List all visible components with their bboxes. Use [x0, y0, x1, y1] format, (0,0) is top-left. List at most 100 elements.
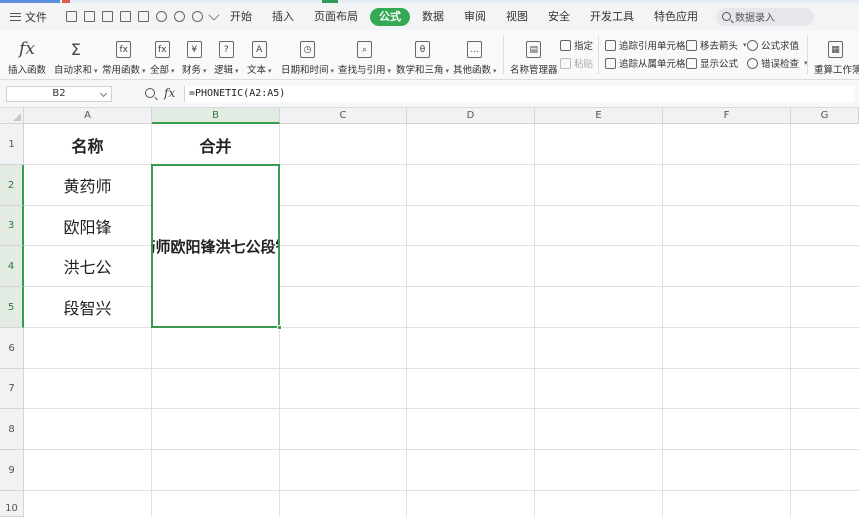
lookup-icon: ⌕: [357, 41, 373, 58]
print-icon[interactable]: [138, 11, 149, 22]
merged-cell-text: 黄药师欧阳锋洪七公段智兴: [153, 237, 278, 256]
tab-view[interactable]: 视图: [498, 8, 536, 26]
evaluate-formula-label: 公式求值: [761, 41, 800, 52]
chevron-down-icon: ▾: [493, 67, 497, 75]
row-header-1[interactable]: 1: [0, 124, 24, 165]
row-header-7[interactable]: 7: [0, 369, 24, 409]
tab-special[interactable]: 特色应用: [646, 8, 706, 26]
row-header-5[interactable]: 5: [0, 287, 24, 328]
row-header-6[interactable]: 6: [0, 328, 24, 369]
specify-label: 指定: [574, 41, 594, 52]
cell-a2[interactable]: 黄药师: [24, 165, 151, 205]
error-check-icon: [747, 57, 758, 69]
name-manager-button[interactable]: ▤ 名称管理器: [510, 32, 558, 76]
insert-function-button[interactable]: fx 插入函数: [8, 32, 46, 76]
cell-a1[interactable]: 名称: [24, 125, 151, 164]
name-box[interactable]: B2: [6, 86, 112, 102]
file-menu-button[interactable]: 文件: [0, 9, 62, 25]
cell-a5[interactable]: 段智兴: [24, 287, 151, 327]
cell-a4[interactable]: 洪七公: [24, 246, 151, 286]
row-header-4[interactable]: 4: [0, 246, 24, 287]
tab-security[interactable]: 安全: [540, 8, 578, 26]
merged-cell-b2-b5[interactable]: 黄药师欧阳锋洪七公段智兴: [151, 164, 280, 328]
trace-precedents-button[interactable]: 追踪引用单元格: [605, 38, 686, 52]
yen-icon: ¥: [186, 41, 202, 58]
specify-button[interactable]: 指定: [560, 38, 593, 52]
chevron-down-icon: ▾: [142, 67, 146, 75]
column-header-b[interactable]: B: [152, 108, 280, 124]
undo-icon[interactable]: [174, 11, 185, 22]
autosum-label: 自动求和: [54, 65, 93, 76]
autosum-button[interactable]: Σ 自动求和 ▾: [54, 32, 98, 77]
datetime-button[interactable]: ◷ 日期和时间 ▾: [281, 32, 334, 76]
chevron-down-icon[interactable]: [208, 8, 220, 21]
print-preview-icon[interactable]: [156, 11, 167, 22]
row-header-2[interactable]: 2: [0, 165, 24, 206]
recalc-workbook-button[interactable]: ▦ 重算工作簿: [814, 32, 859, 76]
trace-dependents-button[interactable]: 追踪从属单元格: [605, 56, 686, 70]
row-header-10[interactable]: 10: [0, 491, 24, 517]
column-header-a[interactable]: A: [24, 108, 152, 124]
search-input[interactable]: 数据录入: [716, 7, 814, 26]
logical-button[interactable]: ? 逻辑 ▾: [214, 32, 239, 76]
redo-icon[interactable]: [192, 11, 203, 22]
gridline: [790, 124, 791, 517]
tab-developer[interactable]: 开发工具: [582, 8, 642, 26]
tab-review[interactable]: 审阅: [456, 8, 494, 26]
tab-insert[interactable]: 插入: [264, 8, 302, 26]
error-check-button[interactable]: 错误检查 ▾: [747, 56, 808, 70]
text-button[interactable]: A 文本 ▾: [247, 32, 272, 76]
common-functions-button[interactable]: fx 常用函数 ▾: [102, 32, 146, 76]
clock-icon: ◷: [300, 41, 316, 58]
more-functions-icon: …: [467, 41, 483, 58]
all-functions-button[interactable]: fx 全部 ▾: [150, 32, 175, 76]
save-icon[interactable]: [102, 11, 113, 22]
format-painter-icon[interactable]: [120, 11, 131, 22]
gridline: [24, 327, 859, 328]
cell-b1[interactable]: 合并: [152, 125, 279, 164]
evaluate-formula-button[interactable]: 公式求值: [747, 38, 799, 52]
fill-handle[interactable]: [277, 325, 282, 330]
remove-arrows-button[interactable]: 移去箭头 ▾: [686, 38, 747, 52]
show-formulas-icon: [686, 57, 697, 69]
formula-input[interactable]: =PHONETIC(A2:A5): [184, 86, 854, 102]
gridline: [534, 124, 535, 517]
trace-dependents-icon: [605, 57, 616, 69]
spreadsheet-grid[interactable]: A B C D E F G 1 2 3 4 5 6 7 8 9 10 名称 合并…: [0, 108, 859, 517]
paste-name-button[interactable]: 粘贴: [560, 56, 593, 70]
column-header-e[interactable]: E: [535, 108, 663, 124]
ribbon-toolbar: fx 插入函数 Σ 自动求和 ▾ fx 常用函数 ▾ fx 全部 ▾ ¥ 财务 ▾ ? …: [0, 30, 859, 80]
star-function-icon: fx: [116, 41, 132, 58]
new-file-icon[interactable]: [66, 11, 77, 22]
financial-button[interactable]: ¥ 财务 ▾: [182, 32, 207, 76]
tab-formulas[interactable]: 公式: [370, 7, 410, 26]
trace-precedents-label: 追踪引用单元格: [619, 41, 686, 52]
tab-page-layout[interactable]: 页面布局: [306, 8, 366, 26]
chevron-down-icon: ▾: [203, 67, 207, 75]
column-header-g[interactable]: G: [791, 108, 859, 124]
other-functions-button[interactable]: … 其他函数 ▾: [453, 32, 497, 76]
row-header-9[interactable]: 9: [0, 450, 24, 491]
chevron-down-icon: ▾: [387, 67, 392, 75]
open-folder-icon[interactable]: [84, 11, 95, 22]
show-formulas-button[interactable]: 显示公式: [686, 56, 738, 70]
select-all-corner[interactable]: [0, 108, 24, 124]
math-button[interactable]: θ 数学和三角 ▾: [396, 32, 449, 76]
cell-a3[interactable]: 欧阳锋: [24, 206, 151, 245]
row-header-3[interactable]: 3: [0, 206, 24, 246]
fx-icon[interactable]: fx: [164, 86, 175, 100]
column-header-d[interactable]: D: [407, 108, 535, 124]
sigma-icon: Σ: [70, 39, 81, 59]
evaluate-formula-icon: [747, 39, 758, 51]
lookup-button[interactable]: ⌕ 查找与引用 ▾: [338, 32, 391, 76]
zoom-icon[interactable]: [145, 88, 155, 98]
ribbon-divider: [598, 36, 599, 74]
formula-bar: B2 fx =PHONETIC(A2:A5): [0, 80, 859, 108]
trace-precedents-icon: [605, 39, 616, 51]
column-header-f[interactable]: F: [663, 108, 791, 124]
tab-data[interactable]: 数据: [414, 8, 452, 26]
column-header-c[interactable]: C: [280, 108, 407, 124]
tab-home[interactable]: 开始: [222, 8, 260, 26]
row-header-8[interactable]: 8: [0, 409, 24, 450]
show-formulas-label: 显示公式: [700, 59, 739, 70]
